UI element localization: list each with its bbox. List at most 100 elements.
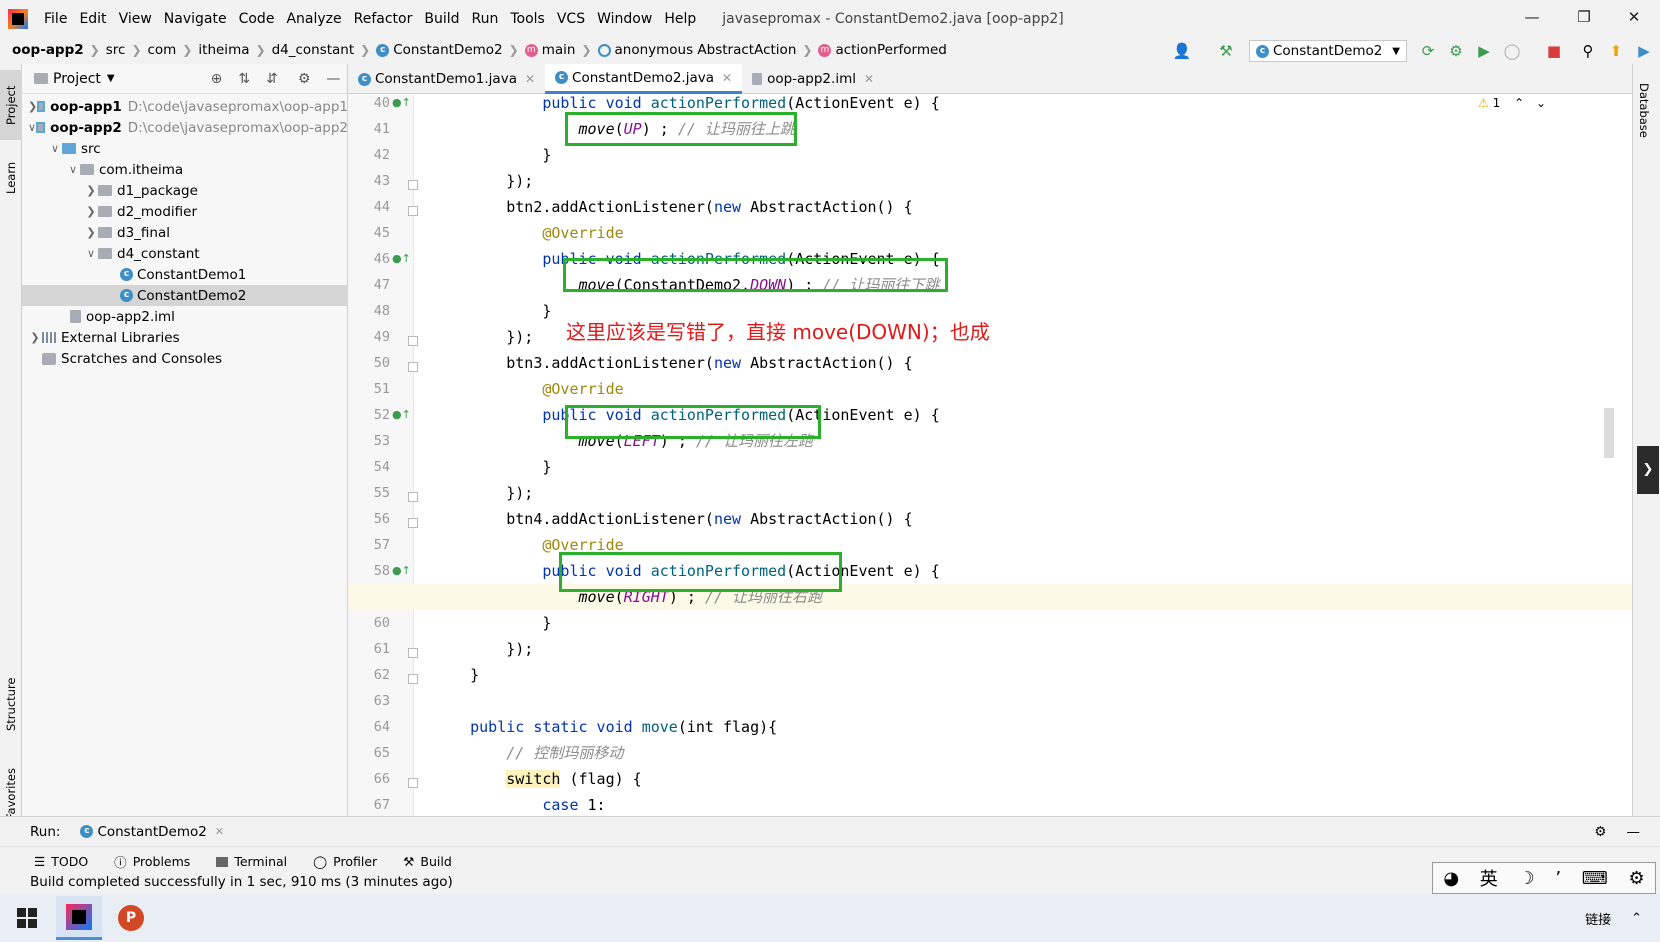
code-editor[interactable]: 40 ●↑ 41 42 43 44 45 46 ●↑ 47 48 49 50 51 52 ●↑ 53 54 55 56… bbox=[348, 94, 1632, 816]
code-line[interactable]: move(ConstantDemo2.DOWN) ; // 让玛丽往下跳 bbox=[348, 272, 1632, 298]
hide-panel-icon[interactable]: — bbox=[326, 71, 340, 87]
code-line[interactable]: // 控制玛丽移动 bbox=[348, 740, 1632, 766]
expand-all-icon[interactable]: ⇅ bbox=[238, 71, 250, 87]
tree-item-constantdemo2[interactable]: c ConstantDemo2 bbox=[22, 285, 348, 306]
tool-tab-todo[interactable]: ☰ TODO bbox=[34, 854, 88, 869]
code-line[interactable]: @Override bbox=[348, 376, 1632, 402]
close-tab-icon[interactable]: ✕ bbox=[525, 72, 535, 86]
code-line[interactable]: @Override bbox=[348, 532, 1632, 558]
editor-scrollbar-thumb[interactable] bbox=[1604, 408, 1614, 458]
code-line[interactable]: switch (flag) { bbox=[348, 766, 1632, 792]
menu-build[interactable]: Build bbox=[418, 11, 465, 27]
tool-tab-profiler[interactable]: ◯ Profiler bbox=[313, 854, 377, 869]
tree-item-com-itheima[interactable]: ∨ com.itheima bbox=[22, 159, 348, 180]
tool-tab-project[interactable]: Project bbox=[0, 70, 22, 140]
code-line[interactable]: btn3.addActionListener(new AbstractActio… bbox=[348, 350, 1632, 376]
menu-view[interactable]: View bbox=[113, 11, 158, 27]
code-line[interactable]: }); bbox=[348, 480, 1632, 506]
tab-constantdemo2[interactable]: c ConstantDemo2.java ✕ bbox=[545, 64, 743, 94]
run-config-tab[interactable]: c ConstantDemo2 ✕ bbox=[80, 824, 224, 840]
menu-vcs[interactable]: VCS bbox=[551, 11, 591, 27]
coverage-icon[interactable]: ▶ bbox=[1474, 41, 1494, 61]
code-line[interactable]: public void actionPerformed(ActionEvent … bbox=[348, 402, 1632, 428]
inspection-widget[interactable]: ⚠ 1 ⌃ ⌄ bbox=[1478, 96, 1546, 110]
search-icon[interactable]: ⚲ bbox=[1578, 41, 1598, 61]
locate-icon[interactable]: ⊕ bbox=[211, 71, 223, 87]
breadcrumb-main[interactable]: m main bbox=[524, 42, 575, 58]
hide-panel-icon[interactable]: — bbox=[1627, 824, 1641, 840]
restore-icon[interactable]: ❐ bbox=[1564, 8, 1604, 26]
tree-item-oop-app2[interactable]: ∨ oop-app2 D:\code\javasepromax\oop-app2 bbox=[22, 117, 348, 138]
menu-window[interactable]: Window bbox=[591, 11, 658, 27]
tool-tab-learn[interactable]: Learn bbox=[0, 148, 22, 208]
hammer-icon[interactable]: ⚒ bbox=[1216, 41, 1236, 61]
chevron-up-icon[interactable]: ⌃ bbox=[1514, 96, 1524, 110]
breadcrumb-method[interactable]: m actionPerformed bbox=[818, 42, 947, 58]
tree-item-constantdemo1[interactable]: c ConstantDemo1 bbox=[22, 264, 348, 285]
code-line[interactable] bbox=[348, 688, 1632, 714]
tree-item-external-libraries[interactable]: ❯ External Libraries bbox=[22, 327, 348, 348]
breadcrumb-package[interactable]: d4_constant bbox=[272, 42, 355, 58]
intellij-taskbar-icon[interactable] bbox=[56, 896, 102, 940]
tool-tab-structure[interactable]: Structure bbox=[0, 664, 22, 744]
close-tab-icon[interactable]: ✕ bbox=[864, 72, 874, 86]
user-icon[interactable]: 👤 bbox=[1172, 41, 1192, 61]
code-line[interactable]: } bbox=[348, 454, 1632, 480]
gear-icon[interactable]: ⚙ bbox=[298, 71, 311, 87]
code-line[interactable]: }); bbox=[348, 636, 1632, 662]
run-config-select[interactable]: c ConstantDemo2 ▼ bbox=[1249, 40, 1407, 62]
breadcrumb-itheima[interactable]: itheima bbox=[198, 42, 249, 58]
windows-start-icon[interactable] bbox=[4, 896, 50, 940]
menu-navigate[interactable]: Navigate bbox=[158, 11, 233, 27]
breadcrumb-class[interactable]: c ConstantDemo2 bbox=[376, 42, 503, 58]
code-line[interactable]: move(LEFT) ; // 让玛丽往左跑 bbox=[348, 428, 1632, 454]
expand-panel-icon[interactable]: ❯ bbox=[1637, 446, 1659, 494]
tool-tab-database[interactable]: Database bbox=[1633, 70, 1655, 150]
menu-code[interactable]: Code bbox=[233, 11, 281, 27]
breadcrumb-project[interactable]: oop-app2 bbox=[12, 42, 84, 58]
code-line[interactable]: public static void move(int flag){ bbox=[348, 714, 1632, 740]
code-line[interactable]: @Override bbox=[348, 220, 1632, 246]
plugin-icon[interactable]: ▶ bbox=[1634, 41, 1654, 61]
tree-item-d1-package[interactable]: ❯ d1_package bbox=[22, 180, 348, 201]
code-line[interactable]: public void actionPerformed(ActionEvent … bbox=[348, 558, 1632, 584]
punctuation-icon[interactable]: ’ bbox=[1555, 868, 1561, 889]
close-icon[interactable]: ✕ bbox=[1614, 8, 1654, 26]
code-line[interactable]: case 1: bbox=[348, 792, 1632, 816]
gear-icon[interactable]: ⚙ bbox=[1594, 824, 1606, 840]
tree-item-d2-modifier[interactable]: ❯ d2_modifier bbox=[22, 201, 348, 222]
tab-constantdemo1[interactable]: c ConstantDemo1.java ✕ bbox=[348, 64, 545, 94]
project-panel-title[interactable]: Project bbox=[53, 71, 101, 87]
close-tab-icon[interactable]: ✕ bbox=[722, 71, 732, 85]
code-line[interactable]: } bbox=[348, 662, 1632, 688]
breadcrumb-src[interactable]: src bbox=[106, 42, 126, 58]
tree-item-src[interactable]: ∨ src bbox=[22, 138, 348, 159]
menu-run[interactable]: Run bbox=[466, 11, 505, 27]
code-line[interactable]: public void actionPerformed(ActionEvent … bbox=[348, 246, 1632, 272]
menu-tools[interactable]: Tools bbox=[504, 11, 551, 27]
code-line[interactable]: btn4.addActionListener(new AbstractActio… bbox=[348, 506, 1632, 532]
menu-file[interactable]: File bbox=[38, 11, 73, 27]
code-line[interactable]: move(UP) ; // 让玛丽往上跳 bbox=[348, 116, 1632, 142]
breadcrumb-anonymous[interactable]: anonymous AbstractAction bbox=[597, 42, 796, 58]
close-tab-icon[interactable]: ✕ bbox=[215, 825, 224, 838]
collapse-all-icon[interactable]: ⇵ bbox=[266, 71, 278, 87]
code-line[interactable]: public void actionPerformed(ActionEvent … bbox=[348, 94, 1632, 116]
debug-icon[interactable]: ⚙ bbox=[1446, 41, 1466, 61]
code-line[interactable]: btn2.addActionListener(new AbstractActio… bbox=[348, 194, 1632, 220]
tree-item-d4-constant[interactable]: ∨ d4_constant bbox=[22, 243, 348, 264]
tree-item-iml[interactable]: oop-app2.iml bbox=[22, 306, 348, 327]
moon-icon[interactable]: ☽ bbox=[1518, 868, 1534, 889]
ime-logo-icon[interactable]: ◕ bbox=[1443, 868, 1459, 889]
code-line[interactable]: } bbox=[348, 610, 1632, 636]
menu-edit[interactable]: Edit bbox=[73, 11, 112, 27]
update-icon[interactable]: ⬆ bbox=[1606, 41, 1626, 61]
code-line[interactable]: } bbox=[348, 298, 1632, 324]
chevron-down-icon[interactable]: ⌄ bbox=[1536, 96, 1546, 110]
gear-icon[interactable]: ⚙ bbox=[1628, 868, 1644, 889]
code-line[interactable]: } bbox=[348, 142, 1632, 168]
tab-oop-app2-iml[interactable]: oop-app2.iml ✕ bbox=[742, 64, 884, 94]
code-line[interactable]: }); bbox=[348, 324, 1632, 350]
tree-item-oop-app1[interactable]: ❯ oop-app1 D:\code\javasepromax\oop-app1 bbox=[22, 96, 348, 117]
code-line[interactable]: move(RIGHT) ; // 让玛丽往右跑 bbox=[348, 584, 1632, 610]
